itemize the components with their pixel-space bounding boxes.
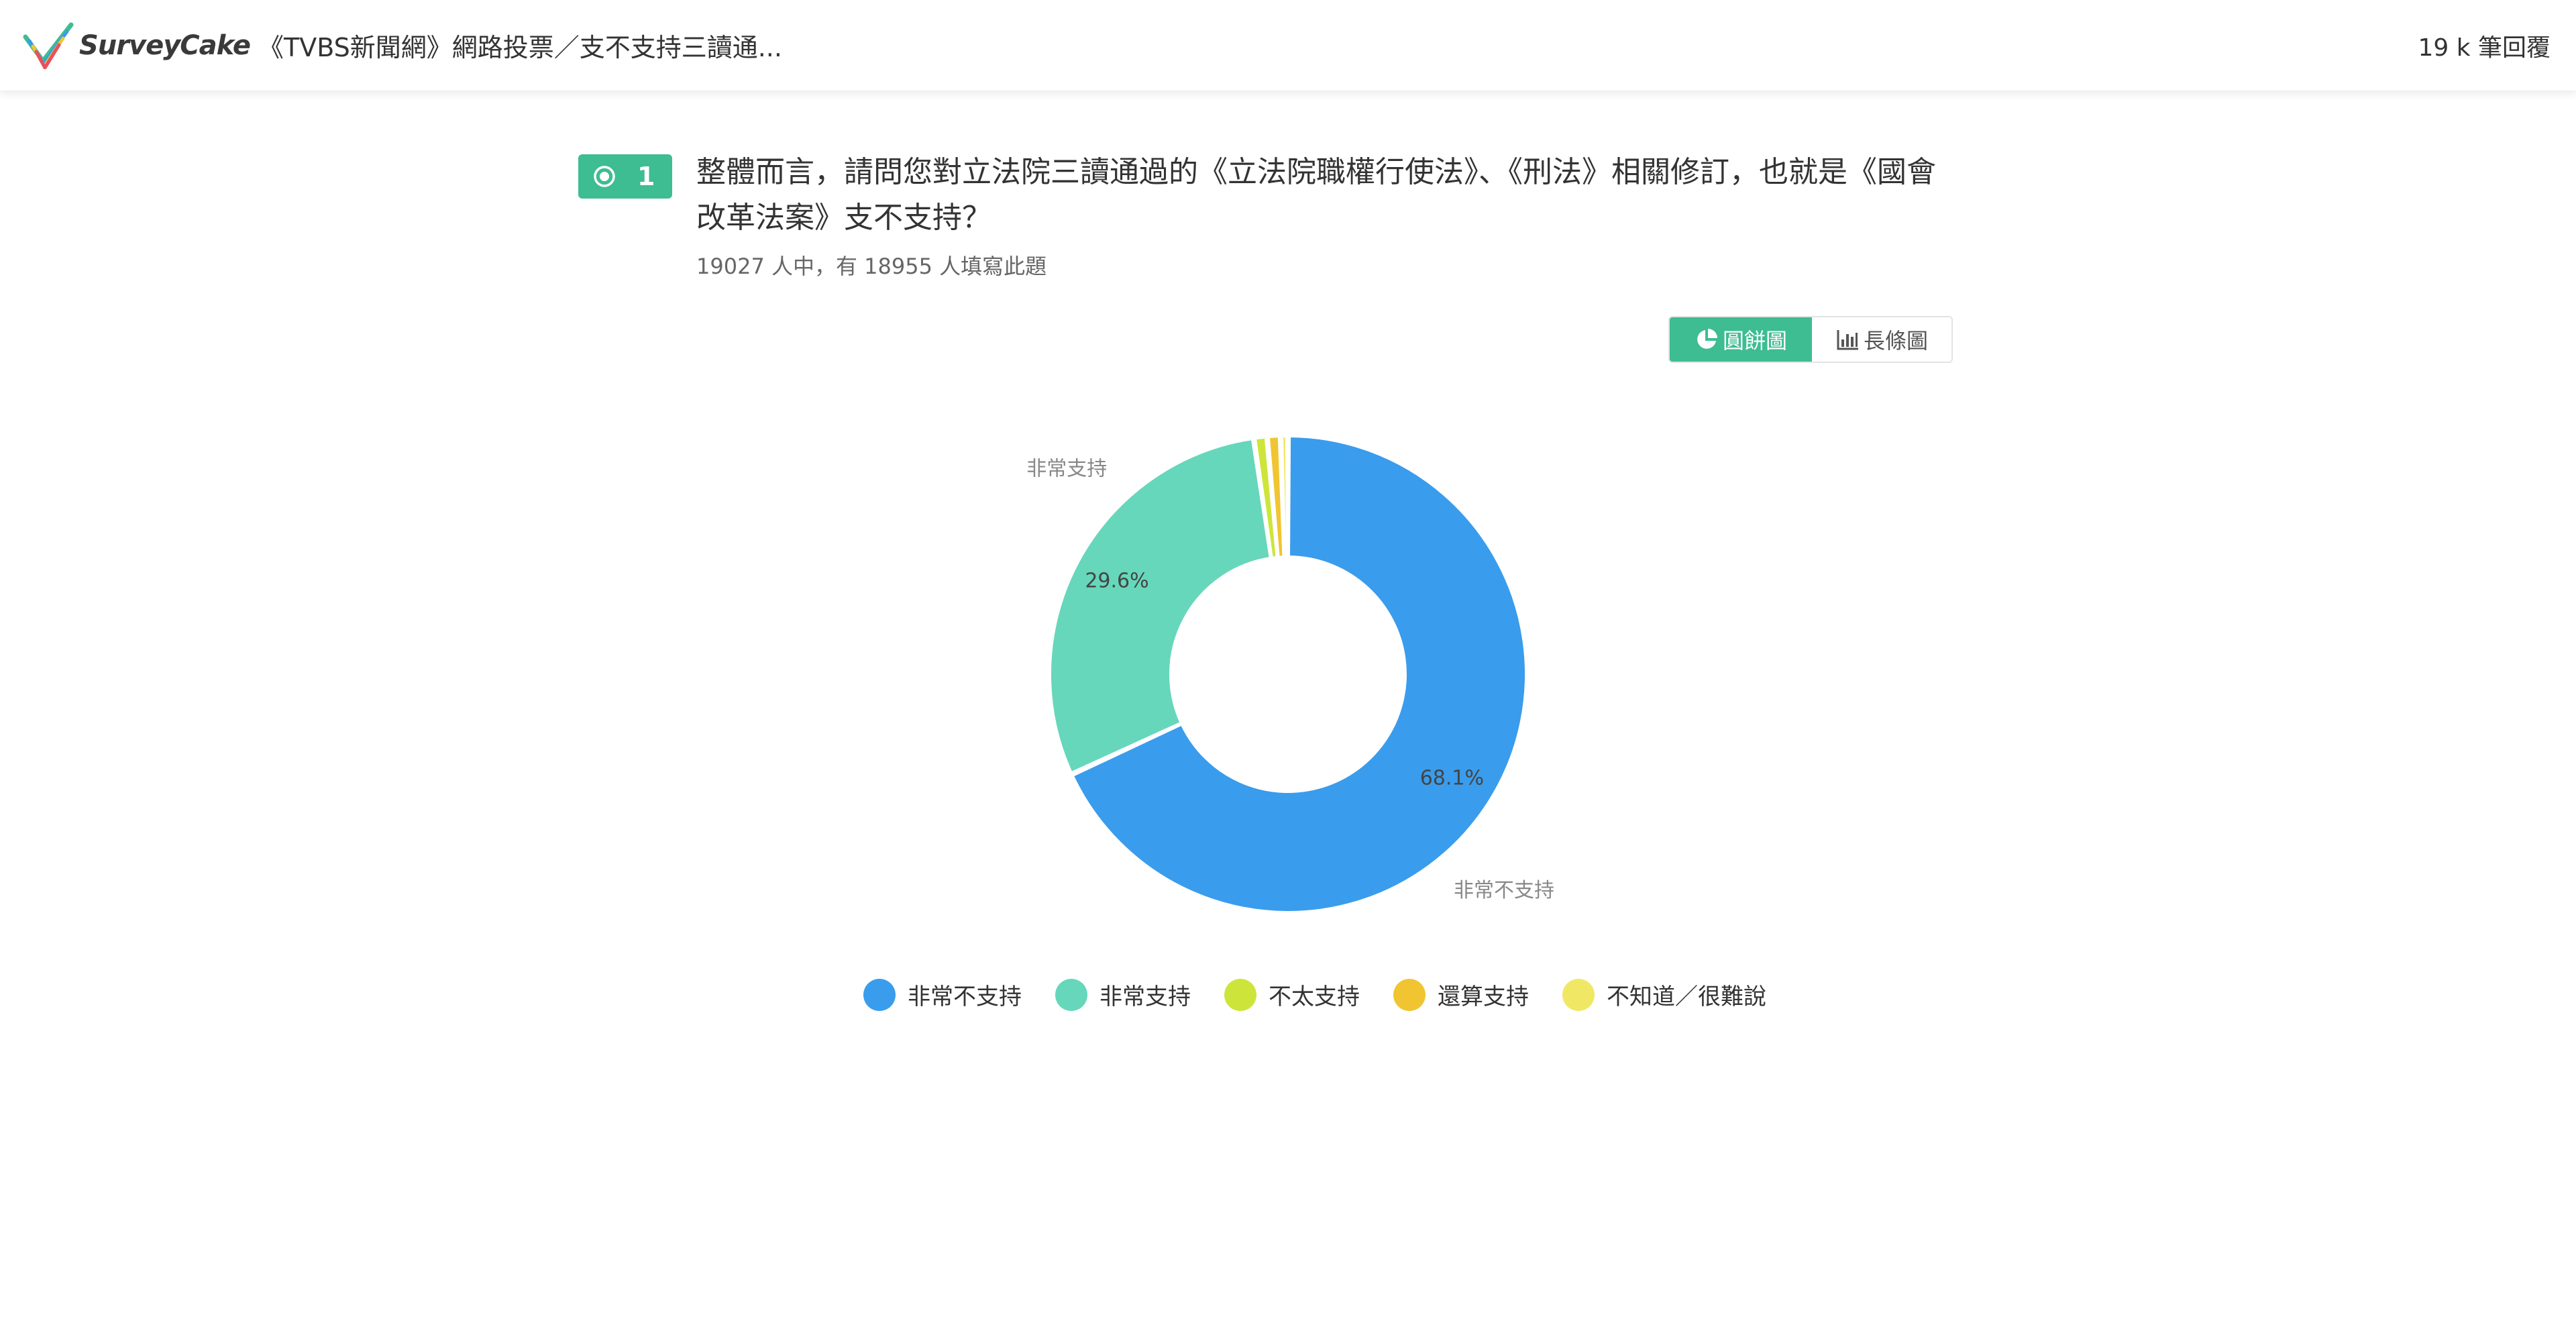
slice-category-label: 非常支持 [1026, 458, 1107, 481]
surveycake-logo[interactable]: SurveyCake [23, 19, 251, 72]
legend-label: 非常支持 [1099, 983, 1191, 1010]
survey-title: 《TVBS新聞網》網路投票／支不支持三讀通... [258, 33, 782, 62]
legend-label: 不知道／很難說 [1607, 983, 1766, 1010]
legend-item[interactable]: 非常支持 [1055, 978, 1191, 1011]
pie-chart-button[interactable]: 圓餅圖 [1670, 317, 1812, 362]
slice-percent-label: 29.6% [1085, 569, 1148, 592]
answered-count: 19027 人中，有 18955 人填寫此題 [696, 254, 1047, 279]
legend-label: 非常不支持 [908, 983, 1022, 1010]
pie-chart-icon [1697, 329, 1717, 349]
bar-chart-button[interactable]: 長條圖 [1812, 317, 1951, 362]
legend-label: 不太支持 [1269, 983, 1360, 1010]
legend-item[interactable]: 非常不支持 [863, 978, 1022, 1011]
question-text: 整體而言，請問您對立法院三讀通過的《立法院職權行使法》、《刑法》相關修訂，也就是… [696, 155, 1936, 235]
legend-color-dot [1562, 978, 1595, 1011]
legend-color-dot [1055, 978, 1087, 1011]
legend-color-dot [863, 978, 896, 1011]
chart-legend: 非常不支持 非常支持 不太支持 還算支持 不知道／很難說 [863, 978, 1766, 1011]
response-count: 19 k 筆回覆 [2418, 34, 2551, 62]
logo-text: SurveyCake [79, 30, 251, 61]
donut-chart: 68.1% 非常不支持 29.6% 非常支持 [1026, 435, 1554, 914]
question-number: 1 [637, 162, 655, 191]
legend-label: 還算支持 [1438, 983, 1529, 1010]
radio-icon [594, 166, 615, 187]
top-bar: SurveyCake 《TVBS新聞網》網路投票／支不支持三讀通... 19 k… [0, 0, 2576, 91]
pie-chart-label: 圓餅圖 [1722, 328, 1787, 354]
legend-color-dot [1224, 978, 1256, 1011]
bar-chart-icon [1837, 330, 1858, 350]
legend-color-dot [1393, 978, 1426, 1011]
question-number-badge: 1 [578, 154, 672, 199]
bar-chart-label: 長條圖 [1863, 328, 1928, 354]
surveycake-check-logo-icon [23, 22, 74, 69]
slice-category-label: 非常不支持 [1454, 879, 1554, 902]
legend-item[interactable]: 不太支持 [1224, 978, 1360, 1011]
slice-percent-label: 68.1% [1420, 767, 1484, 790]
legend-item[interactable]: 還算支持 [1393, 978, 1529, 1011]
legend-item[interactable]: 不知道／很難說 [1562, 978, 1766, 1011]
pie-slice[interactable] [1049, 437, 1272, 775]
chart-type-toggle: 圓餅圖 長條圖 [1668, 316, 1953, 363]
